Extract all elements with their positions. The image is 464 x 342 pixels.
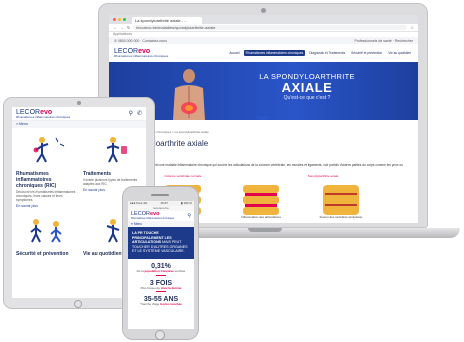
card-ric-illustration: [33, 137, 65, 163]
stat-label: Tranche d'âge la plus touchée: [140, 302, 182, 307]
site-topbar: ✆ 0800 000 000 · Contactez-nous Professi…: [109, 37, 418, 44]
laptop-notch: [248, 228, 282, 232]
phone-home-button[interactable]: [155, 330, 165, 340]
tablet-camera: [77, 101, 81, 105]
nav-item-ric[interactable]: Rhumatismes inflammatoires chroniques: [243, 50, 306, 56]
nav-item-home[interactable]: Accueil: [227, 50, 241, 56]
logo-tagline: Rhumatismes inflammatoires chroniques: [16, 114, 71, 119]
diagram-label-fusion: Fusion des vertèbres (ankylose): [319, 215, 363, 220]
card-title: Traitements: [83, 171, 112, 177]
stat-population: 0,31% De la population française touchée: [128, 263, 194, 276]
phone-icon[interactable]: ✆: [137, 110, 142, 117]
tablet-menu-button[interactable]: ≡ Menu: [12, 121, 146, 128]
laptop-camera: [261, 8, 266, 13]
card-text: Il existe plusieurs types de traitements…: [83, 178, 138, 186]
hero-text: LA SPONDYLOARTHRITE AXIALE Qu'est-ce que…: [227, 72, 387, 101]
site-logo[interactable]: LECORevo Rhumatismes inflammatoires chro…: [114, 48, 168, 58]
phone-screen: ●●● Free 4G 16:47 ▮ 100 % lecorevo.be LE…: [128, 201, 194, 329]
stat-label: De la population française touchée: [136, 268, 186, 273]
back-icon[interactable]: ←: [113, 25, 117, 30]
card-title: Rhumatismes inflammatoires chroniques (R…: [16, 171, 57, 189]
card-securite-illustration: [30, 219, 62, 243]
contact-link[interactable]: ✆ 0800 000 000 · Contactez-nous: [114, 39, 167, 43]
forward-icon[interactable]: →: [120, 25, 124, 30]
definition-paragraph: La spondyloarthrite axiale est une malad…: [117, 163, 403, 171]
nav-item-securite[interactable]: Sécurité et prévention: [349, 50, 384, 56]
main-nav: Accueil Rhumatismes inflammatoires chron…: [227, 50, 413, 56]
logo-tagline: Rhumatismes inflammatoires chroniques: [114, 54, 169, 58]
tablet-logo[interactable]: LECORevo Rhumatismes inflammatoires chro…: [16, 109, 70, 119]
browser-tab-strip: La spondyloarthrite axiale - ...: [109, 15, 418, 24]
logo-tagline: Rhumatismes inflammatoires chroniques: [131, 216, 175, 220]
phone-highlight-block: LA PR TOUCHE PRINCIPALEMENT LES ARTICULA…: [128, 227, 194, 259]
search-icon[interactable]: ⚲: [129, 110, 133, 117]
window-controls[interactable]: [113, 15, 126, 24]
hero-subtitle: Qu'est-ce que c'est ?: [283, 95, 331, 101]
phone-logo[interactable]: LECORevo Rhumatismes inflammatoires chro…: [131, 211, 175, 220]
card-title: Sécurité et prévention: [16, 251, 69, 257]
diagram-label-spa: Spondyloarthrite axiale: [307, 174, 339, 179]
nav-item-vie[interactable]: Vie au quotidien: [386, 50, 413, 56]
page-title: La spondyloarthrite axiale: [117, 139, 209, 148]
site-header: LECORevo Rhumatismes inflammatoires chro…: [109, 44, 418, 62]
diagram-label-inflammation: Inflammation des articulations: [241, 215, 281, 220]
stat-women: 3 FOIS Plus fréquente chez la femme: [128, 280, 194, 293]
tablet-home-button[interactable]: [74, 300, 82, 308]
card-securite[interactable]: Sécurité et prévention: [16, 214, 77, 257]
reload-icon[interactable]: ↻: [127, 25, 130, 30]
star-icon[interactable]: ☆: [410, 25, 414, 30]
battery-indicator: ▮ 100 %: [180, 201, 192, 205]
phone-header: LECORevo Rhumatismes inflammatoires chro…: [128, 211, 194, 221]
address-bar[interactable]: lecorevo.be/maladies/spondyloarthrite-ax…: [133, 25, 408, 30]
hero-banner: LA SPONDYLOARTHRITE AXIALE Qu'est-ce que…: [109, 62, 418, 120]
phone-speaker: [151, 194, 169, 196]
search-icon[interactable]: ⚲: [187, 213, 191, 219]
card-link[interactable]: En savoir plus: [16, 204, 77, 208]
tablet-header: LECORevo Rhumatismes inflammatoires chro…: [12, 107, 146, 121]
section-title: DÉFINITION: [117, 154, 410, 159]
browser-toolbar: ← → ↻ lecorevo.be/maladies/spondyloarthr…: [109, 24, 418, 32]
stat-label: Plus fréquente chez la femme: [140, 285, 182, 290]
phone-device: ●●● Free 4G 16:47 ▮ 100 % lecorevo.be LE…: [122, 186, 199, 340]
card-ric[interactable]: Rhumatismes inflammatoires chroniques (R…: [16, 134, 77, 208]
stat-divider: [156, 274, 166, 276]
stat-age: 35-55 ANS Tranche d'âge la plus touchée: [128, 296, 194, 307]
stat-divider: [156, 291, 166, 293]
back-pain-figure-image: [173, 69, 205, 120]
diagram-label-normal: Colonne vertébrale normale: [164, 174, 202, 179]
browser-tab[interactable]: La spondyloarthrite axiale - ...: [132, 17, 202, 24]
card-traitements-illustration: [106, 137, 127, 163]
utility-links[interactable]: Professionnels de santé · Rechercher: [354, 39, 413, 43]
nav-item-diagnostic[interactable]: Diagnostic et Traitements: [307, 50, 347, 56]
hero-pointer: [255, 116, 271, 120]
breadcrumb[interactable]: Rhumatismes inflammatoires chroniques > …: [117, 130, 410, 134]
carrier-signal: ●●● Free 4G: [130, 201, 148, 205]
hero-line-2: AXIALE: [281, 80, 333, 95]
card-text: Découvrir les rhumatismes inflammatoires…: [16, 190, 76, 202]
